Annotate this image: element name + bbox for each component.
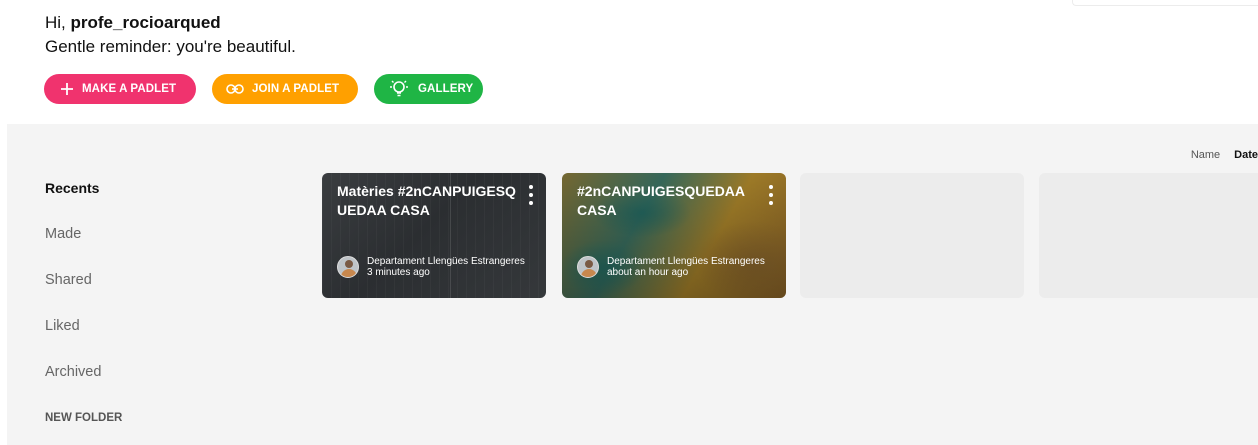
sidebar-item-archived[interactable]: Archived bbox=[45, 359, 101, 405]
owner-name: Departament Llengües Estrangeres bbox=[607, 256, 765, 267]
more-options-icon[interactable] bbox=[524, 185, 538, 205]
join-a-padlet-label: JOIN A PADLET bbox=[252, 83, 340, 95]
make-a-padlet-label: MAKE A PADLET bbox=[82, 83, 177, 95]
sidebar: Recents Made Shared Liked Archived bbox=[45, 175, 101, 405]
plus-icon bbox=[60, 82, 74, 96]
avatar bbox=[337, 256, 359, 278]
join-a-padlet-button[interactable]: JOIN A PADLET bbox=[212, 74, 358, 104]
empty-card-placeholder bbox=[1039, 173, 1258, 298]
action-buttons: MAKE A PADLET JOIN A PADLET GALLERY bbox=[44, 74, 483, 104]
new-folder-button[interactable]: NEW FOLDER bbox=[45, 412, 122, 424]
padlet-title: #2nCANPUIGESQUEDAA CASA bbox=[577, 183, 745, 218]
padlet-owner: Departament Llengües Estrangeres 3 minut… bbox=[337, 256, 546, 278]
sort-options: Name Date bbox=[1191, 149, 1258, 161]
make-a-padlet-button[interactable]: MAKE A PADLET bbox=[44, 74, 196, 104]
padlet-card[interactable]: #2nCANPUIGESQUEDAA CASA Departament Llen… bbox=[562, 173, 786, 298]
sort-by-date[interactable]: Date bbox=[1234, 149, 1258, 161]
avatar bbox=[577, 256, 599, 278]
padlet-timestamp: 3 minutes ago bbox=[367, 267, 430, 278]
padlet-title: Matèries #2nCANPUIGESQUEDAA CASA bbox=[337, 183, 516, 218]
more-options-icon[interactable] bbox=[764, 185, 778, 205]
sidebar-item-liked[interactable]: Liked bbox=[45, 313, 101, 359]
greeting-prefix: Hi, bbox=[45, 13, 71, 32]
padlet-timestamp: about an hour ago bbox=[607, 267, 689, 278]
greeting: Hi, profe_rocioarqued bbox=[45, 13, 221, 33]
account-menu-edge bbox=[1072, 0, 1258, 6]
link-icon bbox=[226, 83, 244, 95]
sort-by-name[interactable]: Name bbox=[1191, 149, 1220, 161]
gallery-button[interactable]: GALLERY bbox=[374, 74, 483, 104]
empty-card-placeholder bbox=[800, 173, 1024, 298]
sidebar-item-shared[interactable]: Shared bbox=[45, 267, 101, 313]
gallery-label: GALLERY bbox=[418, 83, 474, 95]
padlet-owner: Departament Llengües Estrangeres about a… bbox=[577, 256, 786, 278]
lightbulb-icon bbox=[388, 79, 410, 99]
sidebar-item-recents[interactable]: Recents bbox=[45, 175, 101, 221]
padlet-card[interactable]: Matèries #2nCANPUIGESQUEDAA CASA Departa… bbox=[322, 173, 546, 298]
sidebar-item-made[interactable]: Made bbox=[45, 221, 101, 267]
owner-name: Departament Llengües Estrangeres bbox=[367, 256, 525, 267]
reminder-text: Gentle reminder: you're beautiful. bbox=[45, 37, 296, 56]
username: profe_rocioarqued bbox=[70, 13, 221, 32]
